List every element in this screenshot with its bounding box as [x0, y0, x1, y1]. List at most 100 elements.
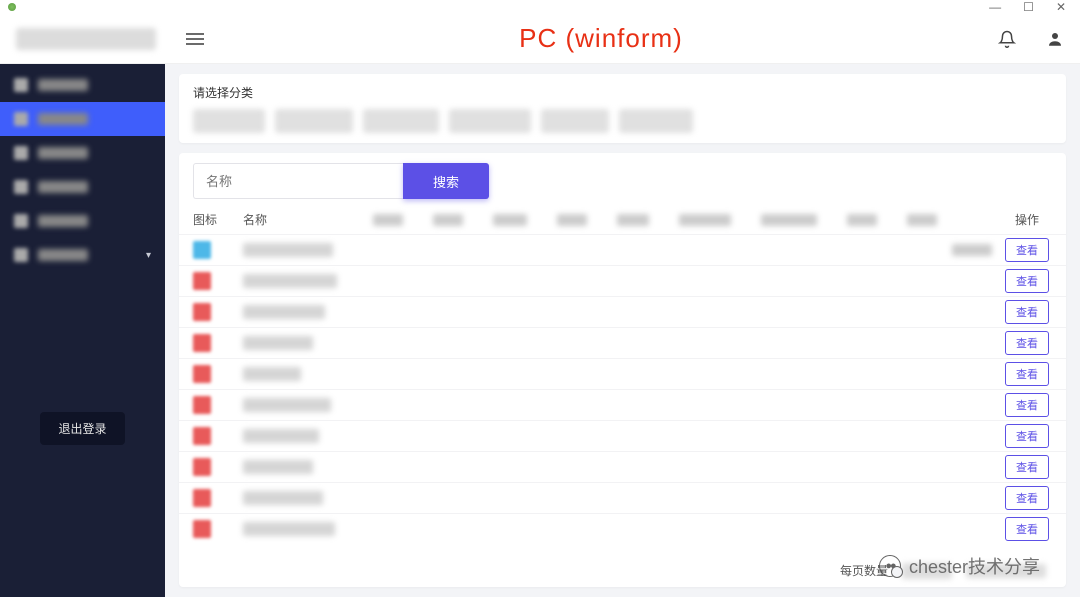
- sidebar-item-1[interactable]: [0, 102, 165, 136]
- bell-icon[interactable]: [998, 30, 1016, 48]
- user-icon[interactable]: [1046, 30, 1064, 48]
- row-icon: [193, 520, 211, 538]
- nav-label: [38, 79, 88, 91]
- window-maximize[interactable]: ☐: [1023, 0, 1034, 14]
- row-icon: [193, 334, 211, 352]
- nav-label: [38, 113, 88, 125]
- view-button[interactable]: 查看: [1005, 424, 1049, 448]
- search-input[interactable]: [193, 163, 403, 199]
- brand-logo: [16, 28, 156, 50]
- view-button[interactable]: 查看: [1005, 362, 1049, 386]
- nav-icon: [14, 180, 28, 194]
- row-name: [243, 491, 323, 505]
- category-chip-5[interactable]: [619, 109, 693, 133]
- table-body: 查看查看查看查看查看查看查看查看查看查看: [179, 234, 1066, 554]
- table-row: 查看: [179, 482, 1066, 513]
- th-icon: 图标: [193, 211, 243, 228]
- view-button[interactable]: 查看: [1005, 393, 1049, 417]
- table-row: 查看: [179, 451, 1066, 482]
- row-name: [243, 243, 333, 257]
- sidebar-item-3[interactable]: [0, 170, 165, 204]
- window-close[interactable]: ✕: [1056, 0, 1066, 14]
- row-name: [243, 274, 337, 288]
- row-name: [243, 522, 335, 536]
- wechat-icon: ●●: [879, 555, 901, 577]
- page-title: PC (winform): [204, 23, 998, 54]
- sidebar-item-4[interactable]: [0, 204, 165, 238]
- th-col-2: [493, 214, 527, 226]
- th-col-4: [617, 214, 649, 226]
- sidebar: ▾ 退出登录: [0, 64, 165, 597]
- category-chip-3[interactable]: [449, 109, 531, 133]
- table-row: 查看: [179, 389, 1066, 420]
- window-dot: [8, 3, 16, 11]
- chevron-down-icon: ▾: [146, 250, 151, 261]
- th-col-0: [373, 214, 403, 226]
- category-chip-2[interactable]: [363, 109, 439, 133]
- list-card: 搜索 图标 名称 操作 查看查看查看查看查看查看查看查看查看查看 每页数量: [179, 153, 1066, 587]
- nav-icon: [14, 146, 28, 160]
- row-icon: [193, 241, 211, 259]
- sidebar-item-2[interactable]: [0, 136, 165, 170]
- logout-button[interactable]: 退出登录: [40, 412, 124, 445]
- row-icon: [193, 365, 211, 383]
- row-name: [243, 460, 313, 474]
- row-name: [243, 367, 301, 381]
- view-button[interactable]: 查看: [1005, 455, 1049, 479]
- th-col-8: [907, 214, 937, 226]
- menu-toggle-button[interactable]: [186, 30, 204, 48]
- watermark-text: chester技术分享: [909, 553, 1040, 579]
- row-icon: [193, 458, 211, 476]
- nav-icon: [14, 78, 28, 92]
- table-row: 查看: [179, 234, 1066, 265]
- category-card: 请选择分类: [179, 74, 1066, 143]
- table-row: 查看: [179, 327, 1066, 358]
- row-name: [243, 336, 313, 350]
- row-name: [243, 398, 331, 412]
- view-button[interactable]: 查看: [1005, 486, 1049, 510]
- table-row: 查看: [179, 513, 1066, 544]
- watermark: ●● chester技术分享: [879, 553, 1040, 579]
- nav-icon: [14, 248, 28, 262]
- table-header: 图标 名称 操作: [179, 205, 1066, 234]
- row-name: [243, 429, 319, 443]
- th-op: 操作: [1002, 211, 1052, 228]
- nav-icon: [14, 112, 28, 126]
- table-row: 查看: [179, 265, 1066, 296]
- view-button[interactable]: 查看: [1005, 331, 1049, 355]
- category-chip-0[interactable]: [193, 109, 265, 133]
- app-header: PC (winform): [0, 14, 1080, 64]
- window-minimize[interactable]: —: [989, 0, 1001, 14]
- search-button[interactable]: 搜索: [403, 163, 489, 199]
- nav-label: [38, 215, 88, 227]
- nav-icon: [14, 214, 28, 228]
- row-icon: [193, 272, 211, 290]
- nav-label: [38, 181, 88, 193]
- category-label: 请选择分类: [193, 84, 1052, 101]
- view-button[interactable]: 查看: [1005, 517, 1049, 541]
- window-titlebar: — ☐ ✕: [0, 0, 1080, 14]
- th-col-7: [847, 214, 877, 226]
- view-button[interactable]: 查看: [1005, 238, 1049, 262]
- th-col-3: [557, 214, 587, 226]
- row-icon: [193, 396, 211, 414]
- table-row: 查看: [179, 296, 1066, 327]
- category-chip-1[interactable]: [275, 109, 353, 133]
- th-col-1: [433, 214, 463, 226]
- table-row: 查看: [179, 420, 1066, 451]
- view-button[interactable]: 查看: [1005, 300, 1049, 324]
- th-col-6: [761, 214, 817, 226]
- row-icon: [193, 303, 211, 321]
- sidebar-item-5[interactable]: ▾: [0, 238, 165, 272]
- row-extra: [952, 244, 992, 256]
- nav-label: [38, 147, 88, 159]
- main-content: 请选择分类 搜索 图标 名称 操作 查看查看查看查看查看查看查看查看查看查看 每…: [165, 64, 1080, 597]
- table-row: 查看: [179, 358, 1066, 389]
- th-col-5: [679, 214, 731, 226]
- view-button[interactable]: 查看: [1005, 269, 1049, 293]
- category-chip-4[interactable]: [541, 109, 609, 133]
- sidebar-item-0[interactable]: [0, 68, 165, 102]
- row-name: [243, 305, 325, 319]
- th-name: 名称: [243, 211, 373, 228]
- category-chips: [193, 109, 1052, 133]
